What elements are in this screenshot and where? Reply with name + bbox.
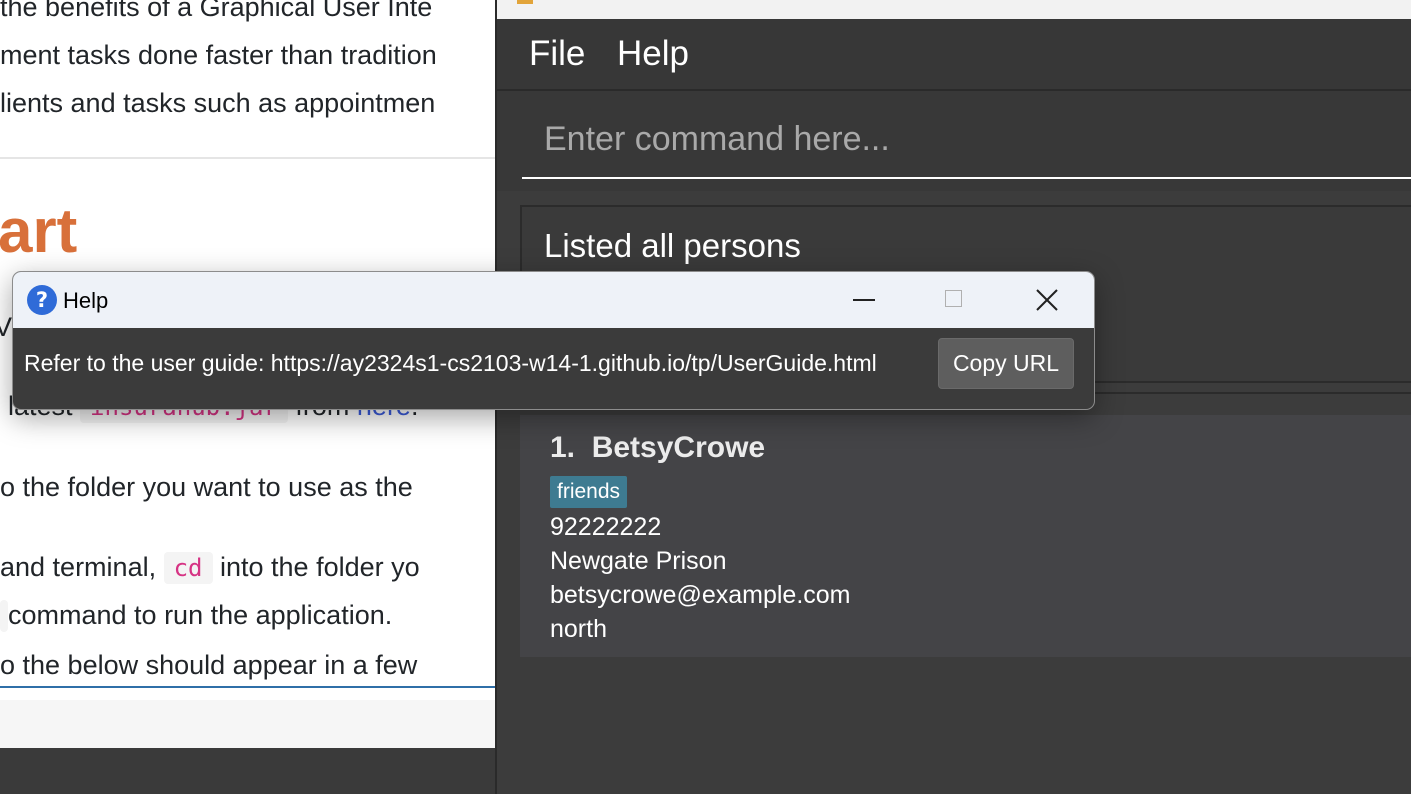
guide-footer-area <box>0 700 497 748</box>
minimize-icon <box>853 299 875 301</box>
maximize-button[interactable] <box>924 272 984 328</box>
help-dialog-titlebar[interactable]: ? Help <box>13 272 1094 328</box>
guide-text-line: the benefits of a Graphical User Inte <box>0 0 433 22</box>
command-box-area <box>497 91 1411 191</box>
menu-bar: File Help <box>497 19 1411 91</box>
app-title-strip <box>497 0 1411 19</box>
app-icon <box>517 0 533 4</box>
person-region: north <box>550 615 607 643</box>
inline-code: cd <box>163 552 213 584</box>
guide-divider <box>0 157 497 159</box>
command-input[interactable] <box>522 101 1411 179</box>
guide-text-line: command to run the application. <box>0 600 392 632</box>
guide-text-fragment: V <box>0 312 13 342</box>
maximize-icon <box>945 290 962 307</box>
inline-code-cut <box>0 600 8 632</box>
person-email: betsycrowe@example.com <box>550 581 851 609</box>
menu-file[interactable]: File <box>529 34 585 74</box>
help-question-icon: ? <box>27 285 57 315</box>
copy-url-button[interactable]: Copy URL <box>938 338 1074 389</box>
person-address: Newgate Prison <box>550 547 727 575</box>
close-button[interactable] <box>1016 272 1076 328</box>
help-dialog: ? Help Refer to the user guide: https://… <box>12 271 1095 410</box>
close-icon <box>1036 289 1058 311</box>
guide-text-line: o the below should appear in a few <box>0 650 418 680</box>
result-message: Listed all persons <box>544 227 801 264</box>
person-name: 1. BetsyCrowe <box>550 431 766 464</box>
minimize-button[interactable] <box>833 272 893 328</box>
guide-text-line: and terminal, cd into the folder yo <box>0 552 420 584</box>
guide-section-heading: art <box>0 197 78 266</box>
person-tag: friends <box>550 476 628 508</box>
person-phone: 92222222 <box>550 513 662 541</box>
guide-underline <box>0 686 497 688</box>
help-message: Refer to the user guide: https://ay2324s… <box>24 350 877 376</box>
person-list[interactable]: 1. BetsyCrowe friends 92222222 Newgate P… <box>520 415 1411 657</box>
taskbar-area <box>0 748 497 794</box>
guide-text-line: o the folder you want to use as the <box>0 472 413 502</box>
help-dialog-title: Help <box>63 288 109 313</box>
menu-help[interactable]: Help <box>617 34 689 74</box>
guide-text-line: ment tasks done faster than tradition <box>0 40 437 70</box>
guide-text-line: lients and tasks such as appointmen <box>0 88 436 118</box>
